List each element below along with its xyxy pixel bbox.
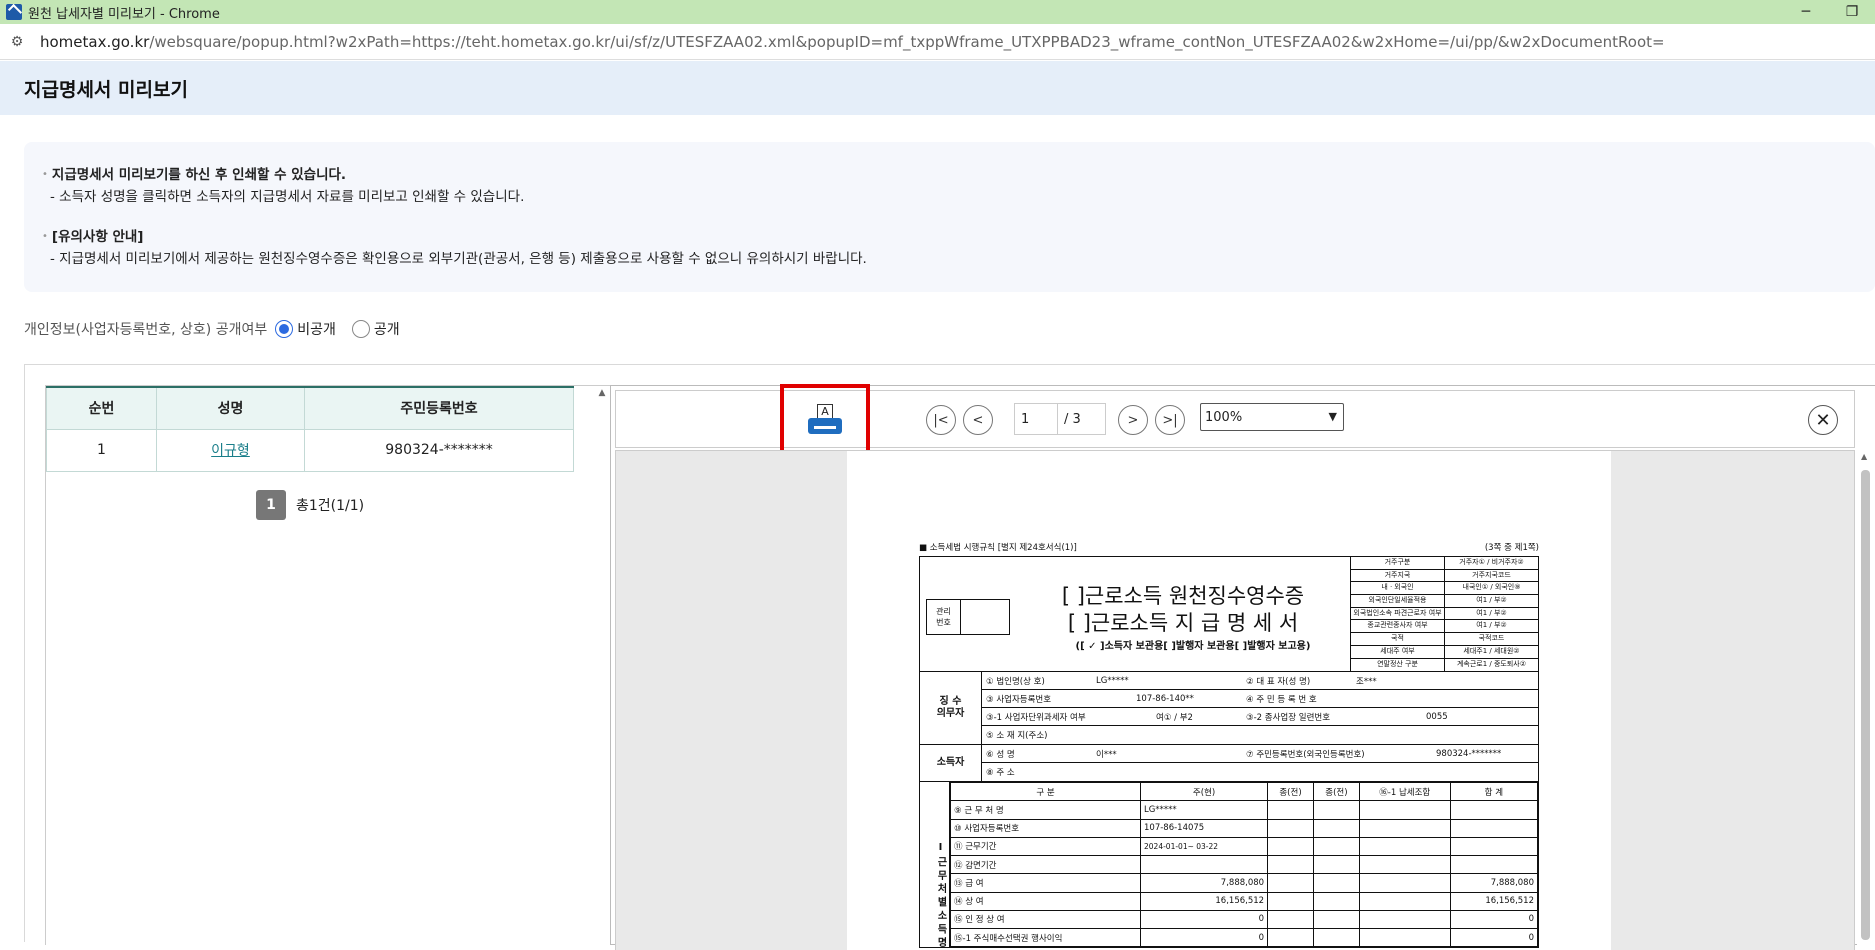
scrollbar-thumb[interactable] [1861, 470, 1870, 940]
viewer-toolbar: A |< < 1 / 3 > >| 100% ▼ ✕ [615, 384, 1855, 456]
page-title: 지급명세서 미리보기 [24, 78, 188, 101]
address-bar[interactable]: ⚙ hometax.go.kr/websquare/popup.html?w2x… [0, 24, 1875, 60]
printer-icon[interactable]: A [808, 404, 842, 436]
table-row: ⑭ 상 여 16,156,512 16,156,512 [950, 891, 1539, 911]
next-page-icon[interactable]: > [1118, 405, 1148, 435]
table-row: ⑮-1 주식매수선택권 행사이익 0 0 [950, 927, 1539, 948]
privacy-option: 개인정보(사업자등록번호, 상호) 공개여부 비공개 공개 [24, 318, 400, 340]
notice-box: • 지급명세서 미리보기를 하신 후 인쇄할 수 있습니다. - 소득자 성명을 … [24, 142, 1875, 292]
col-header-name: 성명 [156, 386, 305, 430]
form-title-2: [ ]근로소득 지 급 명 세 서 [1067, 611, 1299, 635]
url-path: /websquare/popup.html?w2xPath=https://te… [149, 32, 1665, 51]
window-titlebar: 원천 납세자별 미리보기 - Chrome ─ ❐ [0, 0, 1875, 24]
document-scrollbar[interactable]: ▲ [1857, 450, 1875, 950]
notice-line-3: [유의사항 안내] [51, 229, 144, 245]
earner-list-panel: 순번 성명 주민등록번호 1 이규형 980324-******* ▲ 1 총1… [45, 385, 613, 945]
earner-table: 순번 성명 주민등록번호 1 이규형 980324-******* [46, 386, 574, 472]
form-page-count: (3쪽 중 제1쪽) [1484, 543, 1539, 553]
zoom-select[interactable]: 100% ▼ [1200, 403, 1344, 431]
page-header: 지급명세서 미리보기 [0, 61, 1875, 115]
form-law-ref: ■ 소득세법 시행규칙 [별지 제24호서식(1)] [919, 543, 1077, 553]
table-row: ⑫ 감면기간 [950, 854, 1539, 875]
income-table: 구 분 주(현) 종(전) 종(전) ⑯-1 납세조합 합 계 ⑨ 근 무 처 … [950, 781, 1539, 948]
document-page: ■ 소득세법 시행규칙 [별지 제24호서식(1)] (3쪽 중 제1쪽) 관리… [847, 451, 1611, 950]
page-button-1[interactable]: 1 [256, 490, 286, 520]
document-area: ■ 소득세법 시행규칙 [별지 제24호서식(1)] (3쪽 중 제1쪽) 관리… [615, 450, 1855, 950]
mgmt-label: 관리 번호 [927, 600, 961, 634]
window-title: 원천 납세자별 미리보기 - Chrome [28, 6, 220, 22]
col-header-rrn: 주민등록번호 [304, 386, 574, 430]
table-row: ⑮ 인 정 상 여00 [950, 909, 1539, 930]
notice-line-2: - 소득자 성명을 클릭하면 소득자의 지급명세서 자료를 미리보고 인쇄할 수… [50, 189, 525, 205]
radio-private[interactable] [275, 320, 294, 338]
first-page-icon[interactable]: |< [926, 405, 956, 435]
print-button[interactable]: A [780, 384, 870, 456]
table-row: 1 이규형 980324-******* [46, 429, 574, 472]
close-icon[interactable]: ✕ [1808, 405, 1838, 435]
content-frame: 순번 성명 주민등록번호 1 이규형 980324-******* ▲ 1 총1… [24, 364, 1875, 950]
radio-public[interactable] [351, 320, 370, 338]
pagination: 1 총1건(1/1) [256, 490, 364, 520]
radio-public-label[interactable]: 공개 [374, 319, 400, 339]
privacy-label: 개인정보(사업자등록번호, 상호) 공개여부 [24, 322, 268, 338]
earner-name-link[interactable]: 이규형 [211, 443, 250, 459]
table-row: ⑬ 급 여 7,888,080 7,888,080 [950, 873, 1539, 893]
withholding-form: ■ 소득세법 시행규칙 [별지 제24호서식(1)] (3쪽 중 제1쪽) 관리… [919, 541, 1539, 949]
table-row: ⑩ 사업자등록번호 107-86-14075 [950, 818, 1539, 838]
hometax-logo-icon [6, 4, 22, 20]
page-number-input[interactable]: 1 [1014, 403, 1058, 435]
restore-icon[interactable]: ❐ [1829, 0, 1875, 24]
last-page-icon[interactable]: >| [1155, 405, 1185, 435]
total-count: 총1건(1/1) [296, 498, 365, 514]
radio-private-label[interactable]: 비공개 [297, 319, 336, 339]
table-row: ⑪ 근무기간 2024-01-01~ 03-22 [950, 836, 1539, 857]
minimize-icon[interactable]: ─ [1783, 0, 1829, 24]
page-total: / 3 [1058, 403, 1106, 435]
url-host: hometax.go.kr [40, 32, 150, 51]
income-section: Ⅰ 근 무 처 별 소 득 명 구 분 주(현) 종(전) 종(전) ⑯-1 납… [920, 781, 1539, 948]
form-subtitle: ([ ✓ ]소득자 보관용[ ]발행자 보관용[ ]발행자 보고용) [1075, 641, 1311, 652]
residency-info: 거주구분 거주자① / 비거주자② 거주지국 거주지국코드 내ㆍ외국인 내국인① / … [1350, 557, 1538, 672]
cell-rrn: 980324-******* [304, 429, 574, 472]
chevron-down-icon: ▼ [1328, 410, 1337, 423]
form-title-1: [ ]근로소득 원천징수영수증 [1061, 584, 1305, 608]
cell-no: 1 [46, 429, 157, 472]
report-viewer: A |< < 1 / 3 > >| 100% ▼ ✕ ■ 소득세법 시행규칙 [별… [610, 384, 1875, 950]
notice-line-4: - 지급명세서 미리보기에서 제공하는 원천징수영수증은 확인용으로 외부기관(… [50, 251, 867, 267]
payer-section: 징 수 의무자 ① 법인명(상 호) LG***** ② 대 표 자(성 명) 조**… [920, 672, 1538, 745]
site-settings-icon[interactable]: ⚙ [6, 31, 28, 53]
prev-page-icon[interactable]: < [963, 405, 993, 435]
col-header-no: 순번 [46, 386, 157, 430]
earner-section: 소득자 ⑥ 성 명 이*** ⑦ 주민등록번호(외국인등록번호) 980324-***… [920, 745, 1538, 782]
scroll-up-icon[interactable]: ▲ [596, 388, 608, 400]
table-row: ⑨ 근 무 처 명 LG***** [950, 800, 1539, 820]
scroll-up-icon[interactable]: ▲ [1861, 452, 1867, 461]
notice-line-1: 지급명세서 미리보기를 하신 후 인쇄할 수 있습니다. [51, 167, 347, 183]
